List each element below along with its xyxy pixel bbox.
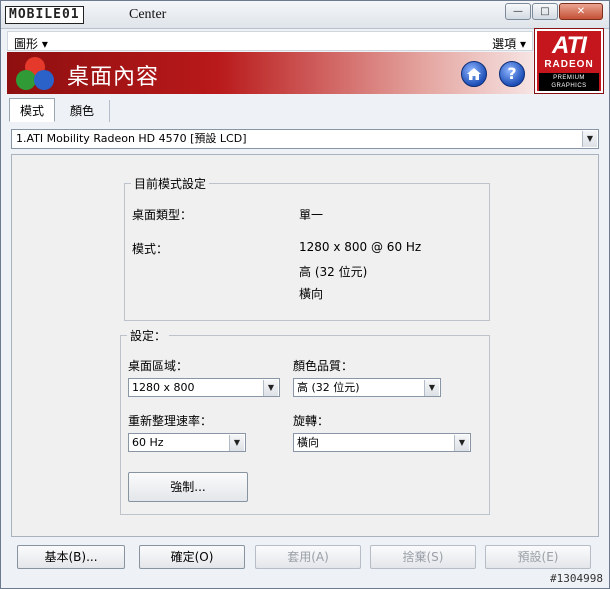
window-title: Center	[129, 7, 167, 22]
title-bar[interactable]: MOBILE01 Center — □ ✕	[1, 1, 609, 29]
chevron-down-icon[interactable]: ▼	[263, 380, 278, 396]
chevron-down-icon[interactable]: ▼	[229, 435, 244, 451]
desktop-area-value: 1280 x 800	[132, 381, 195, 394]
settings-legend: 設定：	[130, 329, 167, 343]
tab-color[interactable]: 顏色	[59, 98, 105, 122]
mode-orientation-value: 橫向	[299, 287, 324, 301]
refresh-rate-select[interactable]: 60 Hz ▼	[128, 433, 246, 452]
rotation-label: 旋轉：	[293, 414, 330, 428]
desktop-type-value: 單一	[299, 208, 324, 222]
display-device-value: 1.ATI Mobility Radeon HD 4570 [預設 LCD]	[16, 132, 247, 145]
page-title: 桌面內容	[67, 65, 160, 90]
color-quality-label: 顏色品質：	[293, 359, 354, 373]
ok-button[interactable]: 確定(O)	[139, 545, 245, 569]
discard-button[interactable]: 捨棄(S)	[370, 545, 476, 569]
minimize-button[interactable]: —	[505, 3, 531, 20]
catalyst-control-center-window: MOBILE01 Center — □ ✕ 圖形 ▾ 選項 ▾ ATI RADE…	[0, 0, 610, 589]
defaults-button[interactable]: 預設(E)	[485, 545, 591, 569]
chevron-down-icon[interactable]: ▼	[454, 435, 469, 451]
refresh-rate-value: 60 Hz	[132, 436, 164, 449]
menu-bar: 圖形 ▾ 選項 ▾	[7, 31, 533, 51]
current-mode-legend: 目前模式設定	[134, 177, 207, 191]
tab-mode[interactable]: 模式	[9, 98, 56, 122]
radeon-logo-text: RADEON	[544, 59, 594, 70]
watermark-text: #1304998	[550, 572, 603, 585]
mode-label: 模式：	[132, 242, 169, 256]
desktop-area-select[interactable]: 1280 x 800 ▼	[128, 378, 280, 397]
chevron-down-icon[interactable]: ▼	[582, 131, 597, 147]
apply-button[interactable]: 套用(A)	[255, 545, 361, 569]
desktop-area-label: 桌面區域：	[128, 359, 189, 373]
desktop-properties-panel: 目前模式設定 桌面類型： 單一 模式： 1280 x 800 @ 60 Hz 高…	[11, 154, 599, 537]
menu-options[interactable]: 選項 ▾	[492, 35, 526, 52]
maximize-button[interactable]: □	[532, 3, 558, 20]
rotation-select[interactable]: 橫向 ▼	[293, 433, 471, 452]
display-device-select[interactable]: 1.ATI Mobility Radeon HD 4570 [預設 LCD] ▼	[11, 129, 599, 149]
mode-color-value: 高 (32 位元)	[299, 265, 368, 279]
close-button[interactable]: ✕	[559, 3, 603, 20]
premium-graphics-text: PREMIUM GRAPHICS	[539, 73, 599, 91]
color-quality-select[interactable]: 高 (32 位元) ▼	[293, 378, 441, 397]
desktop-properties-icon	[16, 57, 54, 90]
menu-graphics[interactable]: 圖形 ▾	[14, 35, 48, 52]
desktop-type-label: 桌面類型：	[132, 208, 193, 222]
mode-resolution-value: 1280 x 800 @ 60 Hz	[299, 240, 422, 254]
ati-logo-text: ATI	[552, 32, 587, 59]
help-icon[interactable]: ?	[499, 61, 525, 87]
basic-button[interactable]: 基本(B)...	[17, 545, 125, 569]
mobile01-logo: MOBILE01	[5, 5, 86, 25]
color-quality-value: 高 (32 位元)	[297, 381, 360, 394]
rotation-value: 橫向	[297, 436, 319, 449]
tab-strip: 模式 顏色	[9, 98, 109, 124]
tab-divider	[109, 100, 110, 122]
ati-radeon-logo: ATI RADEON PREMIUM GRAPHICS	[534, 28, 604, 94]
home-icon[interactable]	[461, 61, 487, 87]
page-header-banner: 桌面內容 ?	[7, 52, 533, 94]
window-controls: — □ ✕	[504, 3, 603, 20]
force-button[interactable]: 強制...	[128, 472, 248, 502]
refresh-rate-label: 重新整理速率：	[128, 414, 213, 428]
chevron-down-icon[interactable]: ▼	[424, 380, 439, 396]
